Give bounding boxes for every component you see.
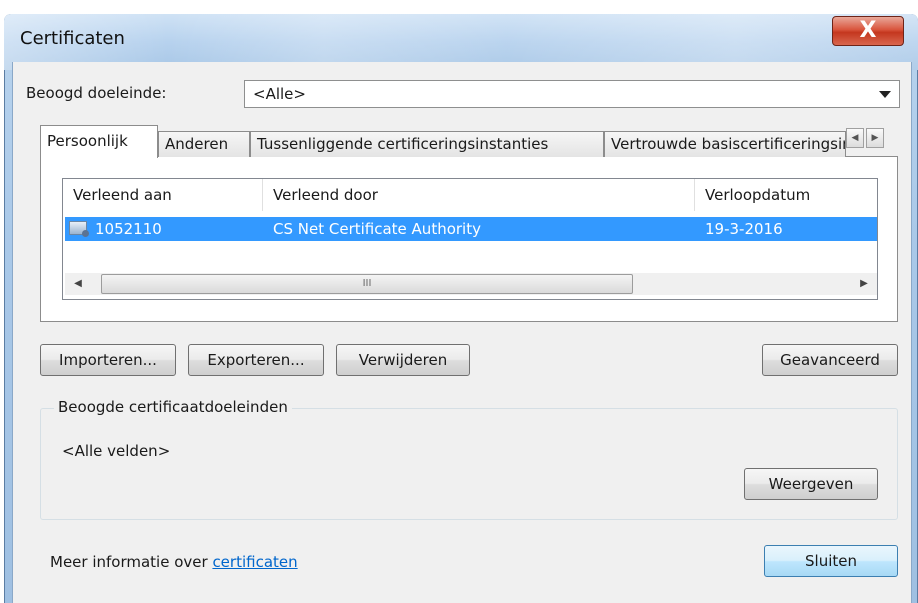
advanced-button[interactable]: Geavanceerd — [762, 344, 898, 376]
scroll-left-icon: ◀ — [851, 133, 859, 143]
tab-label: Persoonlijk — [47, 132, 128, 150]
tab-tussenliggende[interactable]: Tussenliggende certificeringsinstanties — [250, 131, 604, 157]
tab-label: Tussenliggende certificeringsinstanties — [257, 135, 549, 153]
dropdown-arrow-icon[interactable] — [879, 91, 891, 98]
export-button[interactable]: Exporteren... — [188, 344, 324, 376]
purpose-label: Beoogd doeleinde: — [26, 84, 167, 102]
tab-label: Vertrouwde basiscertificeringsinstanties — [611, 135, 845, 153]
purpose-selected-value: <Alle> — [253, 85, 306, 103]
tab-persoonlijk[interactable]: Persoonlijk — [40, 125, 158, 158]
tab-anderen[interactable]: Anderen — [158, 131, 250, 157]
horizontal-scrollbar[interactable]: ◀ III ▶ — [65, 273, 877, 295]
scroll-right-icon: ▶ — [871, 133, 879, 143]
certificate-icon — [69, 221, 89, 237]
purpose-dropdown[interactable]: <Alle> — [244, 80, 900, 108]
purposes-group-box — [40, 408, 898, 520]
cell-issued-to: 1052110 — [95, 220, 162, 238]
import-button[interactable]: Importeren... — [40, 344, 176, 376]
more-info-text: Meer informatie over certificaten — [50, 553, 298, 571]
view-button[interactable]: Weergeven — [744, 468, 878, 500]
certificate-row[interactable]: 1052110 CS Net Certificate Authority 19-… — [65, 217, 877, 241]
close-dialog-button[interactable]: Sluiten — [764, 545, 898, 577]
column-header-expires[interactable]: Verloopdatum — [695, 179, 877, 211]
close-icon: X — [859, 18, 877, 43]
scroll-left-icon[interactable]: ◀ — [69, 275, 87, 293]
column-header-issued-to[interactable]: Verleend aan — [63, 179, 263, 211]
certificate-list[interactable]: Verleend aan Verleend door Verloopdatum … — [62, 178, 878, 300]
more-info-label: Meer informatie over — [50, 553, 213, 571]
tab-scroll-right-button[interactable]: ▶ — [866, 128, 884, 148]
tab-scroll-left-button[interactable]: ◀ — [846, 128, 864, 148]
tab-label: Anderen — [165, 135, 229, 153]
purposes-value: <Alle velden> — [62, 442, 171, 460]
close-button[interactable]: X — [832, 16, 904, 46]
cell-expires: 19-3-2016 — [705, 220, 783, 238]
column-header-issued-by[interactable]: Verleend door — [263, 179, 695, 211]
scrollbar-thumb[interactable]: III — [101, 274, 633, 294]
tab-vertrouwde[interactable]: Vertrouwde basiscertificeringsinstanties — [604, 131, 846, 157]
purposes-group-title: Beoogde certificaatdoeleinden — [54, 398, 292, 416]
certificates-link[interactable]: certificaten — [212, 553, 297, 571]
cell-issued-by: CS Net Certificate Authority — [273, 220, 481, 238]
scroll-right-icon[interactable]: ▶ — [855, 275, 873, 293]
window-title: Certificaten — [20, 28, 125, 49]
remove-button[interactable]: Verwijderen — [336, 344, 470, 376]
